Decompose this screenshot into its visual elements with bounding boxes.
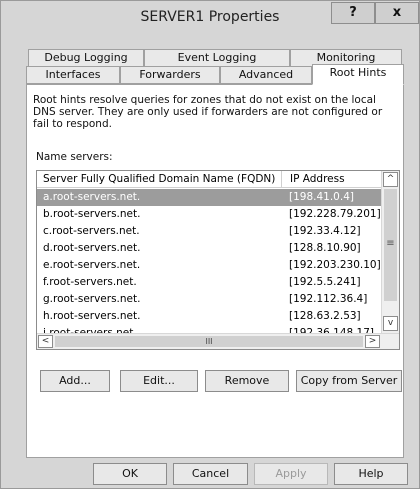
fqdn-cell: g.root-servers.net. [43, 293, 141, 305]
ip-cell: [192.203.230.10] [289, 259, 381, 271]
column-header-fqdn[interactable]: Server Fully Qualified Domain Name (FQDN… [37, 171, 281, 188]
scroll-right-icon[interactable]: > [365, 335, 380, 348]
ip-cell: [192.228.79.201] [289, 208, 381, 220]
apply-button[interactable]: Apply [254, 463, 328, 485]
name-servers-label: Name servers: [36, 151, 113, 163]
fqdn-cell: e.root-servers.net. [43, 259, 141, 271]
table-row[interactable]: c.root-servers.net. [192.33.4.12] [37, 223, 381, 240]
tab-root-hints[interactable]: Root Hints [312, 64, 404, 85]
tab-forwarders[interactable]: Forwarders [120, 66, 220, 84]
tab-debug-logging[interactable]: Debug Logging [28, 49, 144, 67]
scroll-down-icon[interactable]: v [383, 316, 398, 331]
close-button[interactable]: x [375, 2, 419, 24]
remove-button[interactable]: Remove [205, 370, 289, 392]
help-footer-button[interactable]: Help [334, 463, 408, 485]
table-row[interactable]: e.root-servers.net. [192.203.230.10] [37, 257, 381, 274]
title-bar: SERVER1 Properties ? x [1, 1, 419, 33]
ok-button[interactable]: OK [93, 463, 167, 485]
column-header-ip[interactable]: IP Address [281, 171, 381, 188]
cancel-button[interactable]: Cancel [173, 463, 248, 485]
table-row[interactable]: a.root-servers.net. [198.41.0.4] [37, 189, 381, 206]
table-row[interactable]: f.root-servers.net. [192.5.5.241] [37, 274, 381, 291]
fqdn-cell: h.root-servers.net. [43, 310, 141, 322]
fqdn-cell: b.root-servers.net. [43, 208, 141, 220]
ip-cell: [192.112.36.4] [289, 293, 368, 305]
horizontal-scrollbar[interactable]: < III > [37, 333, 399, 349]
ip-cell: [128.8.10.90] [289, 242, 361, 254]
scroll-left-icon[interactable]: < [38, 335, 53, 348]
ip-cell: [192.36.148.17] [289, 327, 375, 333]
fqdn-cell: f.root-servers.net. [43, 276, 137, 288]
root-hints-description: Root hints resolve queries for zones tha… [33, 94, 383, 130]
ip-cell: [192.33.4.12] [289, 225, 361, 237]
table-row[interactable]: g.root-servers.net. [192.112.36.4] [37, 291, 381, 308]
fqdn-cell: a.root-servers.net. [43, 191, 141, 203]
fqdn-cell: d.root-servers.net. [43, 242, 141, 254]
table-row[interactable]: d.root-servers.net. [128.8.10.90] [37, 240, 381, 257]
table-row[interactable]: h.root-servers.net. [128.63.2.53] [37, 308, 381, 325]
vertical-scrollbar[interactable]: ^ ≡ v [381, 171, 399, 333]
ip-cell: [128.63.2.53] [289, 310, 361, 322]
table-row[interactable]: b.root-servers.net. [192.228.79.201] [37, 206, 381, 223]
fqdn-cell: c.root-servers.net. [43, 225, 140, 237]
scroll-up-icon[interactable]: ^ [383, 172, 398, 187]
name-servers-list[interactable]: Server Fully Qualified Domain Name (FQDN… [36, 170, 400, 350]
tab-event-logging[interactable]: Event Logging [144, 49, 290, 67]
vertical-scroll-thumb[interactable]: ≡ [384, 189, 397, 301]
tab-interfaces[interactable]: Interfaces [26, 66, 120, 84]
table-row[interactable]: i.root-servers.net. [192.36.148.17] [37, 325, 381, 333]
tab-advanced[interactable]: Advanced [220, 66, 312, 84]
fqdn-cell: i.root-servers.net. [43, 327, 137, 333]
edit-button[interactable]: Edit... [120, 370, 198, 392]
copy-from-server-button[interactable]: Copy from Server [296, 370, 402, 392]
ip-cell: [198.41.0.4] [289, 191, 354, 203]
ip-cell: [192.5.5.241] [289, 276, 361, 288]
help-button[interactable]: ? [331, 2, 375, 24]
horizontal-scroll-thumb[interactable]: III [55, 336, 363, 347]
add-button[interactable]: Add... [40, 370, 110, 392]
